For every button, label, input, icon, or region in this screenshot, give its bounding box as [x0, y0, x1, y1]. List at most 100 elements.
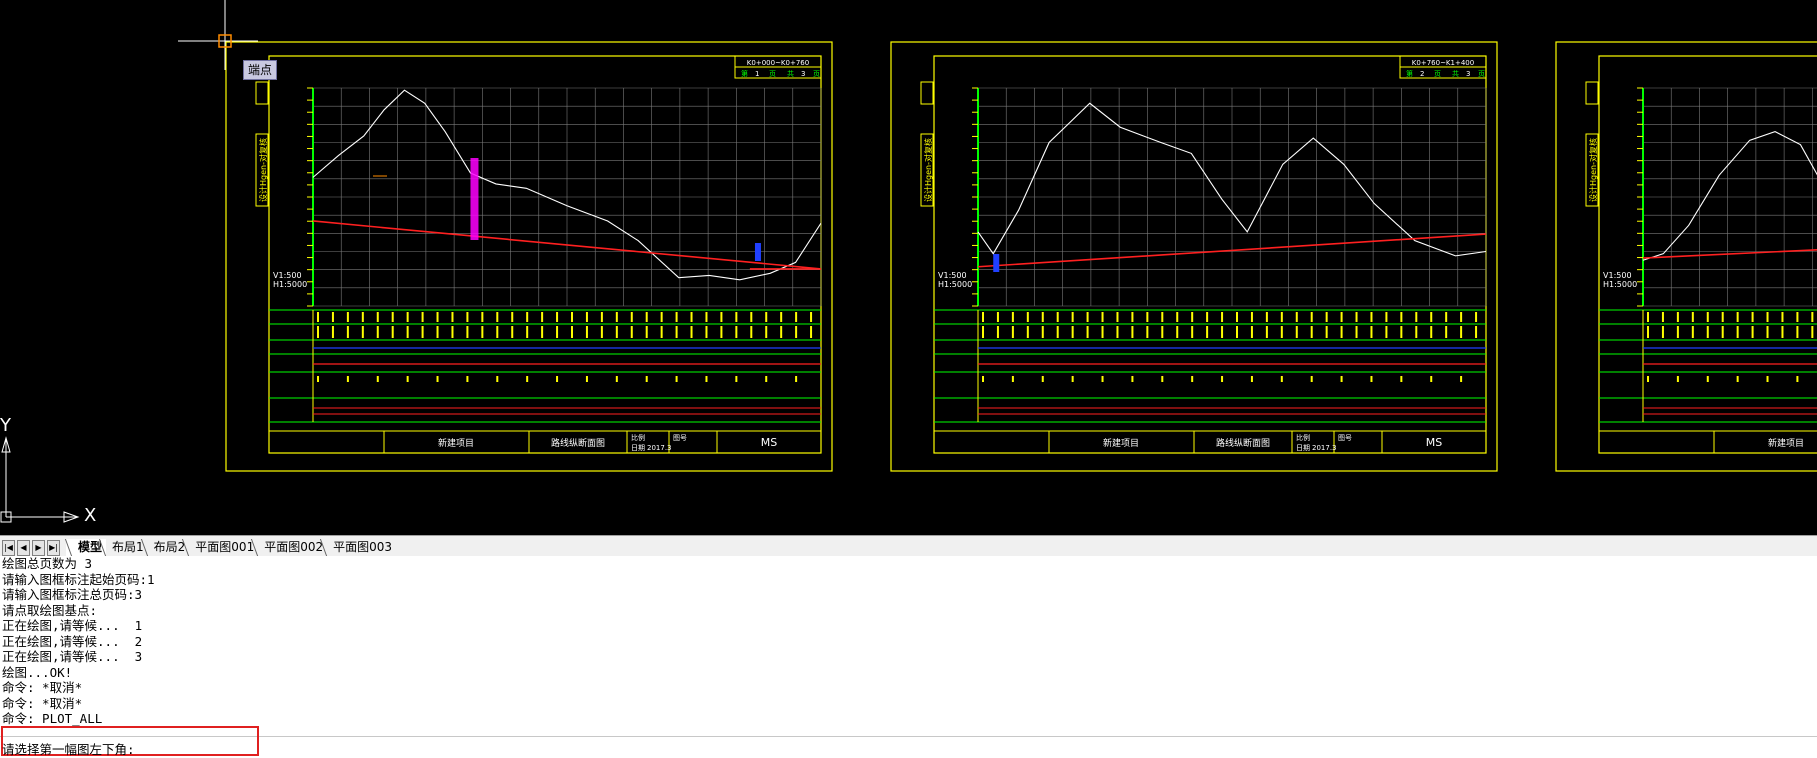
table-value-mark — [1751, 312, 1754, 322]
command-history-line: 绘图总页数为 3 — [2, 556, 93, 571]
table-value-mark — [630, 326, 633, 338]
table-value-mark — [1721, 312, 1724, 322]
table-value-mark — [541, 312, 544, 322]
table-value-mark — [1370, 312, 1373, 322]
table-value-mark — [1071, 376, 1074, 382]
table-value-mark — [705, 376, 708, 382]
table-value-mark — [361, 312, 364, 322]
table-value-mark — [1265, 326, 1268, 338]
table-value-mark — [1161, 312, 1164, 322]
table-value-mark — [1415, 312, 1418, 322]
table-value-mark — [1116, 312, 1119, 322]
table-value-mark — [1041, 312, 1044, 322]
table-value-mark — [406, 326, 409, 338]
table-value-mark — [1250, 326, 1253, 338]
horizontal-scale-text: H1:5000 — [1603, 280, 1637, 289]
table-value-mark — [1131, 312, 1134, 322]
table-value-mark — [1691, 312, 1694, 322]
table-value-mark — [1206, 312, 1209, 322]
table-value-mark — [1400, 326, 1403, 338]
table-value-mark — [1355, 312, 1358, 322]
layout-tab-bar: |◀ ◀ ▶ ▶| 模型 布局1 布局2 平面图001 平面图002 平面图003 — [0, 535, 1817, 557]
title-project-name: 新建项目 — [1768, 437, 1804, 449]
table-value-mark — [1676, 376, 1679, 382]
command-history-line: 绘图...OK! — [2, 664, 73, 680]
table-value-mark — [1460, 376, 1463, 382]
table-value-mark — [1101, 376, 1104, 382]
table-value-mark — [765, 376, 768, 382]
ucs-y-label: Y — [0, 415, 11, 436]
table-value-mark — [1071, 312, 1074, 322]
table-value-mark — [466, 326, 469, 338]
table-value-mark — [556, 312, 559, 322]
side-title-text: 设计Hgen-对复核 — [923, 138, 933, 202]
table-value-mark — [675, 312, 678, 322]
table-value-mark — [1370, 376, 1373, 382]
table-value-mark — [996, 312, 999, 322]
table-value-mark — [1736, 312, 1739, 322]
command-history-line: 请输入图框标注起始页码:1 — [2, 571, 155, 587]
command-prompt[interactable]: 请选择第一幅图左下角: — [2, 739, 135, 758]
layout-tab[interactable]: 平面图003 — [321, 539, 396, 556]
structure-marker — [754, 243, 761, 261]
table-value-mark — [1385, 312, 1388, 322]
table-value-mark — [1086, 312, 1089, 322]
table-value-mark — [1460, 326, 1463, 338]
table-value-mark — [331, 312, 334, 322]
title-scale-label: 比例 — [1296, 433, 1310, 442]
table-value-mark — [1191, 376, 1194, 382]
header-page-label: 页 — [1478, 70, 1485, 78]
table-value-mark — [466, 376, 469, 382]
layout-tab[interactable]: 布局1 — [100, 539, 148, 556]
table-value-mark — [1370, 326, 1373, 338]
table-value-mark — [556, 376, 559, 382]
table-value-mark — [346, 376, 349, 382]
table-value-mark — [1310, 312, 1313, 322]
layout-tab[interactable]: 平面图002 — [252, 539, 327, 556]
table-value-mark — [1011, 312, 1014, 322]
table-value-mark — [1475, 326, 1478, 338]
table-value-mark — [511, 326, 514, 338]
table-value-mark — [1176, 326, 1179, 338]
last-tab-button[interactable]: ▶| — [47, 540, 60, 556]
table-value-mark — [1191, 312, 1194, 322]
layout-tab[interactable]: 平面图001 — [183, 539, 258, 556]
table-value-mark — [645, 326, 648, 338]
table-value-mark — [1661, 312, 1664, 322]
drawing-svg[interactable]: 设计Hgen-对复核K0+000~K0+760第 1 页共 3 页V1:500H1:50… — [0, 0, 1817, 535]
first-tab-button[interactable]: |◀ — [2, 540, 15, 556]
table-value-mark — [451, 312, 454, 322]
table-value-mark — [1647, 326, 1649, 338]
table-value-mark — [600, 326, 603, 338]
table-value-mark — [1340, 326, 1343, 338]
table-value-mark — [795, 326, 798, 338]
table-value-mark — [1706, 312, 1709, 322]
table-value-mark — [750, 326, 753, 338]
side-title-text: 设计Hgen-对复核 — [258, 138, 268, 202]
command-window[interactable]: 绘图总页数为 3 请输入图框标注起始页码:1 请输入图框标注总页码:3 请点取绘图基点… — [0, 556, 1817, 758]
table-value-mark — [1310, 326, 1313, 338]
header-range-text: K0+000~K0+760 — [747, 59, 809, 67]
next-tab-button[interactable]: ▶ — [32, 540, 45, 556]
table-value-mark — [1146, 312, 1149, 322]
prev-tab-button[interactable]: ◀ — [17, 540, 30, 556]
table-value-mark — [541, 326, 544, 338]
drawing-sheet-1: 设计Hgen-对复核K0+000~K0+760第 1 页共 3 页V1:500H1:50… — [225, 41, 833, 472]
table-value-mark — [1676, 326, 1679, 338]
command-history-line: 请输入图框标注总页码:3 — [2, 587, 143, 602]
table-value-mark — [795, 376, 798, 382]
ucs-x-label: X — [84, 505, 97, 526]
table-value-mark — [1736, 326, 1739, 338]
model-space-canvas[interactable]: 设计Hgen-对复核 K0+000~K0+760 第 1 页共 3 页 V1:500 H1:50… — [0, 0, 1817, 535]
table-value-mark — [645, 376, 648, 382]
header-page-label: 第 — [741, 69, 748, 78]
table-value-mark — [1796, 312, 1799, 322]
table-value-mark — [1131, 326, 1134, 338]
table-value-mark — [1295, 312, 1298, 322]
table-value-mark — [1751, 326, 1754, 338]
table-value-mark — [705, 326, 708, 338]
table-value-mark — [481, 312, 484, 322]
table-value-mark — [1647, 376, 1649, 382]
table-value-mark — [436, 326, 439, 338]
horizontal-scale-text: H1:5000 — [273, 280, 307, 289]
